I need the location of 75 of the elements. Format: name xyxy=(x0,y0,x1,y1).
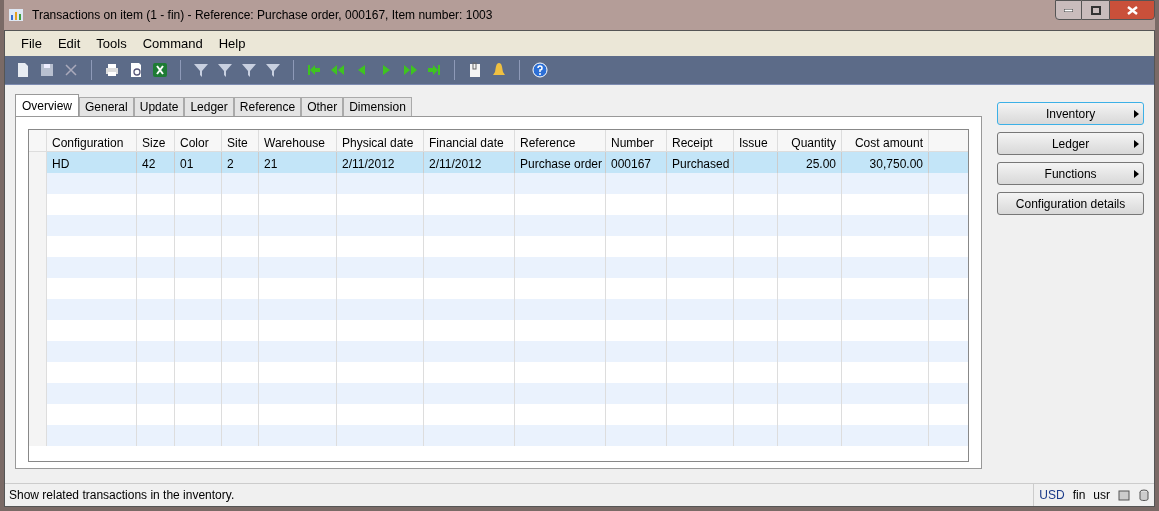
column-header[interactable]: Warehouse xyxy=(259,130,337,151)
column-header[interactable]: Physical date xyxy=(337,130,424,151)
tab[interactable]: Overview xyxy=(15,94,79,116)
menu-item[interactable]: Help xyxy=(218,33,246,54)
save-icon[interactable] xyxy=(39,62,55,78)
double-left-arrow-icon[interactable] xyxy=(330,62,346,78)
tab[interactable]: Ledger xyxy=(184,97,234,116)
database-icon[interactable] xyxy=(1118,489,1130,501)
action-button[interactable]: Ledger xyxy=(997,132,1144,155)
table-cell: 01 xyxy=(180,157,194,171)
row-header[interactable] xyxy=(29,425,47,446)
column-header[interactable]: Cost amount xyxy=(842,130,929,151)
filter-icon[interactable] xyxy=(193,62,209,78)
double-right-arrow-icon[interactable] xyxy=(402,62,418,78)
table-cell: HD xyxy=(52,157,70,171)
column-header[interactable]: Color xyxy=(175,130,222,151)
menu-item[interactable]: Tools xyxy=(96,33,127,54)
cylinder-icon[interactable] xyxy=(1138,489,1150,501)
spreadsheet-icon[interactable] xyxy=(152,62,168,78)
action-button[interactable]: Inventory xyxy=(997,102,1144,125)
filter-icon[interactable] xyxy=(217,62,233,78)
tab[interactable]: Reference xyxy=(233,97,302,116)
filter-icon[interactable] xyxy=(265,62,281,78)
table-cell: 21 xyxy=(264,157,278,171)
column-header[interactable]: Size xyxy=(137,130,175,151)
table-cell: 2/11/2012 xyxy=(429,157,482,171)
column-header[interactable]: Financial date xyxy=(424,130,515,151)
menu-item[interactable]: File xyxy=(21,33,42,54)
column-header[interactable]: Configuration xyxy=(47,130,137,151)
print-preview-icon[interactable] xyxy=(128,62,144,78)
cross-icon[interactable] xyxy=(63,62,79,78)
column-header[interactable]: Site xyxy=(222,130,259,151)
tab[interactable]: Other xyxy=(301,97,344,116)
new-document-icon[interactable] xyxy=(15,62,31,78)
menu-item[interactable]: Edit xyxy=(57,33,81,54)
table-cell: 000167 xyxy=(611,157,652,171)
app-icon xyxy=(8,7,24,23)
maximize-icon xyxy=(1090,5,1101,15)
column-header[interactable]: Issue xyxy=(734,130,778,151)
table-cell: 42 xyxy=(142,157,156,171)
maximize-button[interactable] xyxy=(1082,0,1109,20)
status-field[interactable]: usr xyxy=(1093,486,1110,504)
column-header[interactable]: Number xyxy=(606,130,667,151)
column-header[interactable]: Reference xyxy=(515,130,606,151)
action-button[interactable]: Functions xyxy=(997,162,1144,185)
close-button[interactable] xyxy=(1109,0,1155,20)
table-cell: Purchase order xyxy=(520,157,603,171)
window-title: Transactions on item (1 - fin) - Reference: Purchase order, 000167, Item number: 1003 xyxy=(32,7,493,24)
row-header[interactable] xyxy=(29,152,47,173)
column-header[interactable]: Receipt xyxy=(667,130,734,151)
tab[interactable]: Dimension xyxy=(343,97,412,116)
document-clip-icon[interactable] xyxy=(467,62,483,78)
bell-icon[interactable] xyxy=(491,62,507,78)
menu-item[interactable]: Command xyxy=(142,33,203,54)
close-icon xyxy=(1126,5,1138,15)
status-message: Show related transactions in the inventory. xyxy=(9,487,235,504)
table-cell: 2 xyxy=(227,157,234,171)
minimize-icon xyxy=(1064,8,1073,12)
status-field[interactable]: USD xyxy=(1039,486,1065,504)
column-header[interactable]: Quantity xyxy=(778,130,842,151)
status-field[interactable]: fin xyxy=(1072,486,1086,504)
table-cell: 30,750.00 xyxy=(869,157,923,171)
first-record-icon[interactable] xyxy=(306,62,322,78)
filter-icon[interactable] xyxy=(241,62,257,78)
table-cell: 2/11/2012 xyxy=(342,157,395,171)
last-record-icon[interactable] xyxy=(426,62,442,78)
minimize-button[interactable] xyxy=(1055,0,1082,20)
help-icon[interactable] xyxy=(532,62,548,78)
table-row[interactable]: HD 42 01 2 21 2/11/2012 2/11/2012 Purchase order 000167 Purchased 25.00 30,750.00 xyxy=(29,152,969,173)
table-cell: 25.00 xyxy=(805,157,836,171)
action-button[interactable]: Configuration details xyxy=(997,192,1144,215)
print-icon[interactable] xyxy=(104,62,120,78)
tab[interactable]: General xyxy=(79,97,134,116)
tab[interactable]: Update xyxy=(133,97,185,116)
table-cell: Purchased xyxy=(672,157,730,171)
